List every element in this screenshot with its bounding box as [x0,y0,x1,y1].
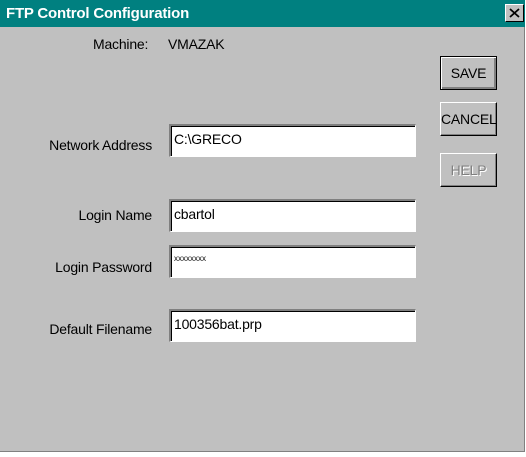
network-address-input[interactable] [174,128,410,150]
network-address-field-frame [169,124,416,157]
help-button[interactable]: HELP [440,153,497,187]
machine-value: VMAZAK [168,36,225,52]
machine-label: Machine: [93,36,149,52]
close-button[interactable] [505,4,524,22]
network-address-label: Network Address [49,137,152,153]
save-button[interactable]: SAVE [440,56,497,90]
window-title: FTP Control Configuration [6,5,190,22]
login-name-input[interactable] [174,203,410,225]
default-filename-input[interactable] [174,313,410,335]
login-password-field-frame [169,245,416,278]
cancel-button[interactable]: CANCEL [440,102,497,136]
title-bar: FTP Control Configuration [0,0,525,27]
login-name-label: Login Name [78,207,153,223]
close-icon [509,8,520,18]
login-name-field-frame [169,199,416,232]
login-password-input[interactable] [174,247,410,269]
default-filename-label: Default Filename [49,321,152,337]
ftp-config-dialog: FTP Control Configuration Machine: VMAZA… [0,0,525,452]
default-filename-field-frame [169,309,416,342]
login-password-label: Login Password [55,259,152,275]
